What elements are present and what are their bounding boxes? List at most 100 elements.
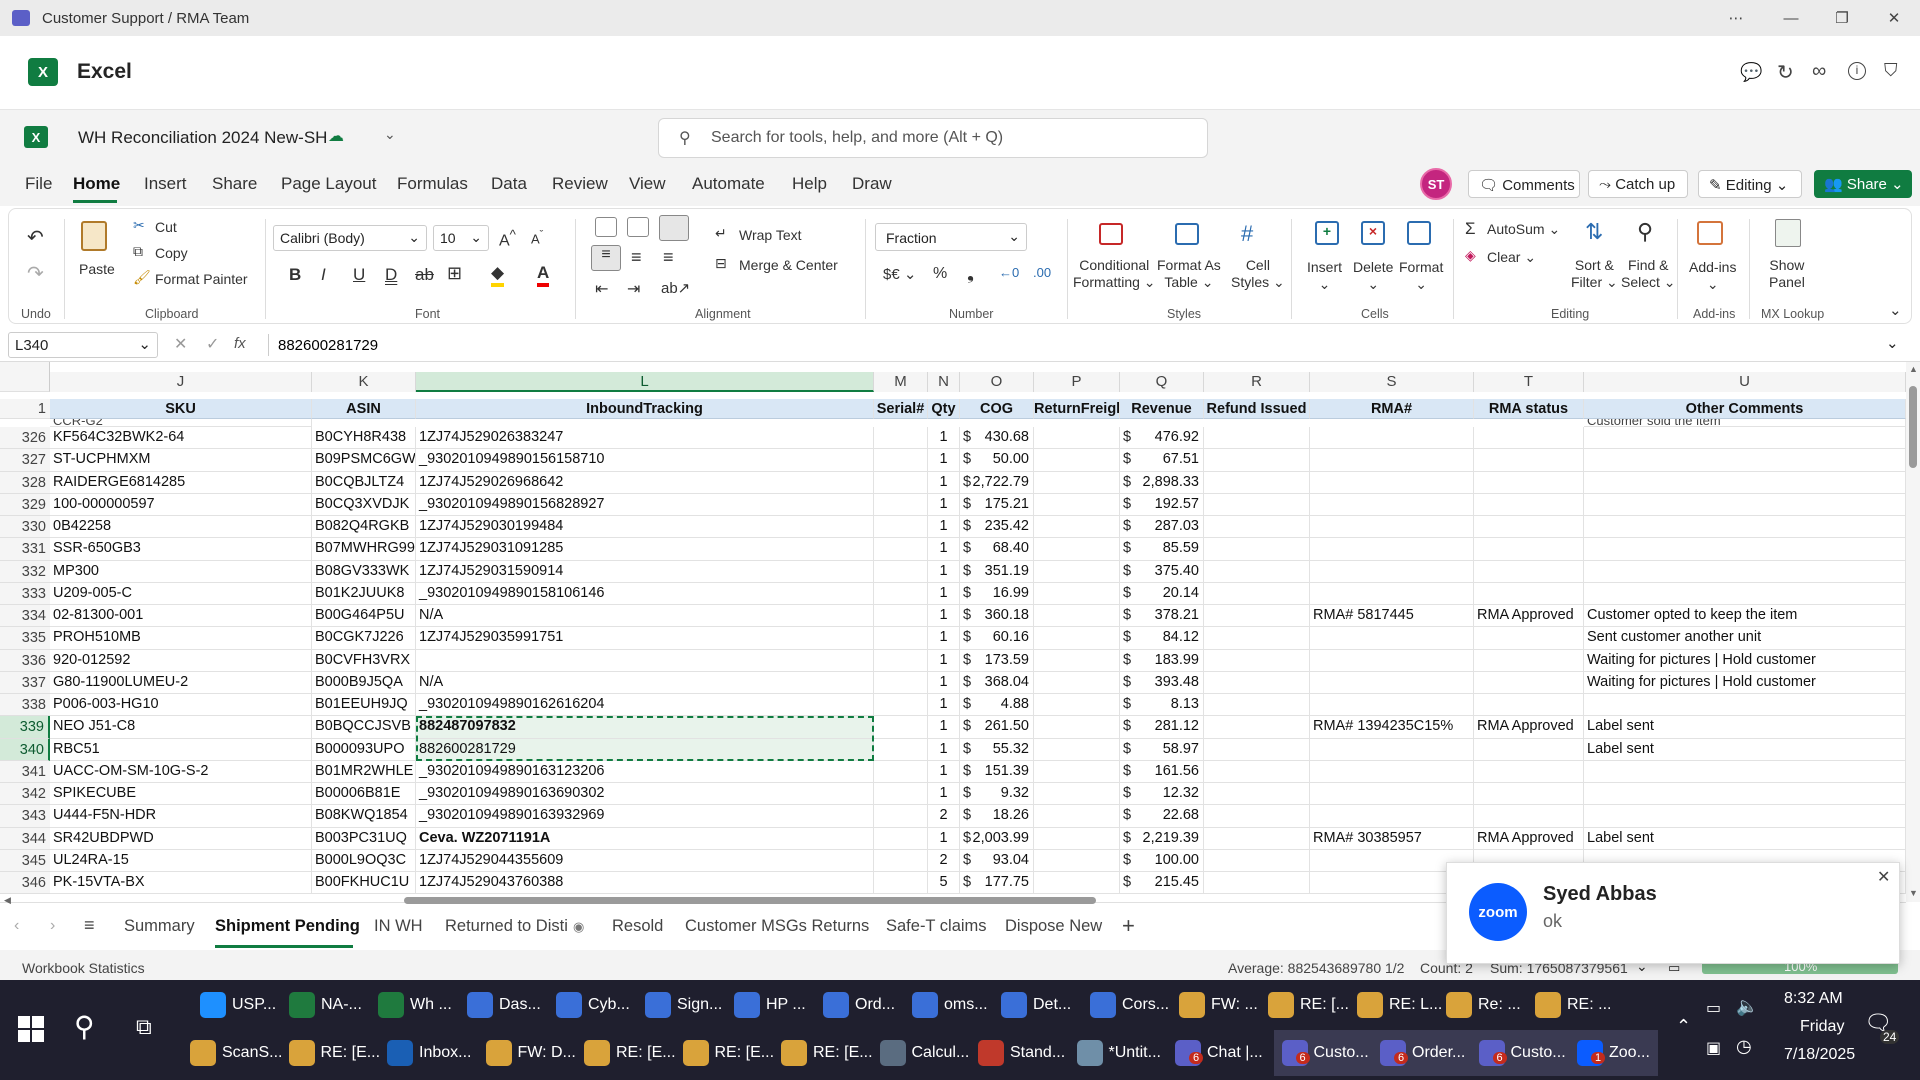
row-header-330[interactable]: 330: [0, 516, 50, 539]
taskbar-app-button[interactable]: RE: L...: [1357, 982, 1442, 1028]
scroll-down-arrow-icon[interactable]: ▼: [1909, 888, 1918, 898]
serial-cell[interactable]: [874, 649, 928, 672]
taskbar-app-button[interactable]: Ord...: [823, 982, 895, 1028]
column-header-L[interactable]: L: [416, 372, 874, 392]
revenue-cell[interactable]: 476.92: [1120, 427, 1204, 450]
shield-icon[interactable]: ⛉: [1884, 60, 1898, 81]
align-center-icon[interactable]: ≡: [631, 247, 642, 268]
revenue-cell[interactable]: 67.51: [1120, 449, 1204, 472]
taskbar-app-button[interactable]: Det...: [1001, 982, 1071, 1028]
column-header-R[interactable]: R: [1204, 372, 1310, 392]
refund-issued-cell[interactable]: [1204, 516, 1310, 539]
row-header-329[interactable]: 329: [0, 493, 50, 516]
return-freight-cell[interactable]: [1034, 738, 1120, 761]
taskbar-app-button[interactable]: RE: [...: [1268, 982, 1349, 1028]
list-item[interactable]: CCR-G2: [50, 419, 312, 427]
tab-view[interactable]: View: [629, 174, 666, 194]
row-header-327[interactable]: 327: [0, 449, 50, 472]
comment-cell[interactable]: Label sent: [1584, 827, 1906, 850]
decrease-indent-icon[interactable]: ⇤: [595, 279, 608, 299]
sku-cell[interactable]: 02-81300-001: [50, 605, 312, 628]
column-header-Q[interactable]: Q: [1120, 372, 1204, 392]
refund-issued-cell[interactable]: [1204, 872, 1310, 895]
orientation-icon[interactable]: ab↗: [661, 279, 690, 297]
asin-cell[interactable]: B00G464P5U: [312, 605, 416, 628]
comment-cell[interactable]: [1584, 493, 1906, 516]
taskbar-app-button[interactable]: Inbox...: [387, 1030, 471, 1076]
asin-cell[interactable]: B01K2JUUK8: [312, 582, 416, 605]
taskbar-app-button[interactable]: RE: [E...: [781, 1030, 873, 1076]
qty-cell[interactable]: 1: [928, 694, 960, 717]
return-freight-cell[interactable]: [1034, 783, 1120, 806]
chat-icon[interactable]: 💬: [1740, 62, 1762, 83]
currency-format-icon[interactable]: $€ ⌄: [883, 265, 916, 283]
sku-cell[interactable]: PK-15VTA-BX: [50, 872, 312, 895]
rma-status-cell[interactable]: [1474, 805, 1584, 828]
header-cell[interactable]: InboundTracking: [416, 399, 874, 419]
sku-cell[interactable]: G80-11900LUMEU-2: [50, 671, 312, 694]
task-view-icon[interactable]: ⧉: [136, 1014, 152, 1040]
row-header-346[interactable]: 346: [0, 872, 50, 895]
return-freight-cell[interactable]: [1034, 471, 1120, 494]
taskbar-app-button[interactable]: RE: ...: [1535, 982, 1611, 1028]
cut-button[interactable]: Cut: [155, 219, 177, 235]
tab-share[interactable]: Share: [212, 174, 257, 194]
taskbar-app-button[interactable]: USP...: [200, 982, 276, 1028]
windows-start-icon[interactable]: [18, 1016, 44, 1042]
rma-number-cell[interactable]: [1310, 449, 1474, 472]
return-freight-cell[interactable]: [1034, 582, 1120, 605]
rma-number-cell[interactable]: [1310, 760, 1474, 783]
column-header-J[interactable]: J: [50, 372, 312, 392]
tracking-cell[interactable]: Ceva. WZ2071191A: [416, 827, 874, 850]
rma-status-cell[interactable]: [1474, 427, 1584, 450]
column-header-N[interactable]: N: [928, 372, 960, 392]
row-header-340[interactable]: 340: [0, 738, 50, 761]
close-window-button[interactable]: ✕: [1868, 0, 1920, 36]
taskbar-app-button[interactable]: FW: D...: [485, 1030, 576, 1076]
comment-cell[interactable]: [1584, 427, 1906, 450]
sku-cell[interactable]: SR42UBDPWD: [50, 827, 312, 850]
comma-style-icon[interactable]: ❟: [967, 263, 974, 284]
asin-cell[interactable]: B08GV333WK: [312, 560, 416, 583]
cog-cell[interactable]: 175.21: [960, 493, 1034, 516]
asin-cell[interactable]: B003PC31UQ: [312, 827, 416, 850]
undo-icon[interactable]: ↶: [27, 225, 44, 250]
header-cell[interactable]: Qty: [928, 399, 960, 419]
qty-cell[interactable]: 1: [928, 471, 960, 494]
refund-issued-cell[interactable]: [1204, 694, 1310, 717]
cog-cell[interactable]: 173.59: [960, 649, 1034, 672]
wrap-text-button[interactable]: Wrap Text: [739, 227, 802, 243]
revenue-cell[interactable]: 183.99: [1120, 649, 1204, 672]
comment-cell[interactable]: Sent customer another unit: [1584, 627, 1906, 650]
row-header-332[interactable]: 332: [0, 560, 50, 583]
bold-icon[interactable]: B: [289, 265, 301, 285]
tray-expand-icon[interactable]: ⌃: [1676, 1016, 1691, 1037]
column-header-O[interactable]: O: [960, 372, 1034, 392]
refund-issued-cell[interactable]: [1204, 849, 1310, 872]
serial-cell[interactable]: [874, 538, 928, 561]
serial-cell[interactable]: [874, 582, 928, 605]
asin-cell[interactable]: B000L9OQ3C: [312, 849, 416, 872]
vertical-scrollbar[interactable]: ▲ ▼: [1906, 362, 1920, 902]
comment-cell[interactable]: [1584, 760, 1906, 783]
row-header-331[interactable]: 331: [0, 538, 50, 561]
refund-issued-cell[interactable]: [1204, 471, 1310, 494]
taskbar-app-button[interactable]: ScanS...: [190, 1030, 282, 1076]
header-cell[interactable]: Other Comments: [1584, 399, 1906, 419]
return-freight-cell[interactable]: [1034, 872, 1120, 895]
copy-button[interactable]: Copy: [155, 245, 188, 261]
rma-status-cell[interactable]: RMA Approved: [1474, 605, 1584, 628]
refund-issued-cell[interactable]: [1204, 538, 1310, 561]
revenue-cell[interactable]: 2,898.33: [1120, 471, 1204, 494]
asin-cell[interactable]: B0CVFH3VRX: [312, 649, 416, 672]
comment-cell[interactable]: Label sent: [1584, 716, 1906, 739]
refund-issued-cell[interactable]: [1204, 738, 1310, 761]
comment-cell[interactable]: Customer opted to keep the item: [1584, 605, 1906, 628]
align-left-icon[interactable]: ≡: [591, 245, 621, 271]
taskbar-app-button[interactable]: Stand...: [978, 1030, 1065, 1076]
qty-cell[interactable]: 1: [928, 738, 960, 761]
cog-cell[interactable]: 50.00: [960, 449, 1034, 472]
comment-cell[interactable]: [1584, 538, 1906, 561]
fill-color-icon[interactable]: ◆: [491, 263, 505, 287]
taskbar-app-button[interactable]: Cors...: [1090, 982, 1169, 1028]
